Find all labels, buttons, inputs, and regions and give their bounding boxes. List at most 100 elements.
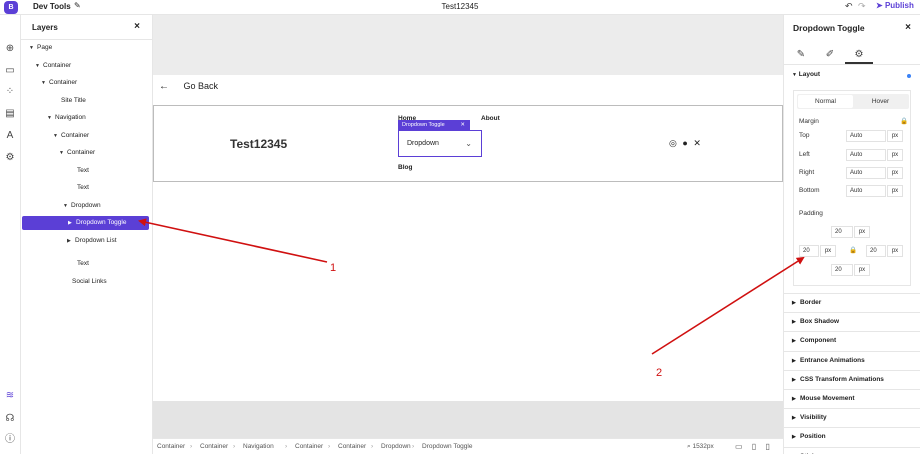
layer-row[interactable]: Site Title xyxy=(21,94,153,108)
section-label: Box Shadow xyxy=(800,318,840,326)
dropdown-toggle[interactable]: Dropdown ⌄ xyxy=(398,130,482,157)
undo-icon[interactable]: ↶ xyxy=(845,1,853,12)
breadcrumb-item[interactable]: Container xyxy=(338,439,366,454)
breadcrumb-item[interactable]: Dropdown xyxy=(381,439,411,454)
padding-top-unit[interactable]: px xyxy=(854,226,870,238)
layer-row[interactable]: ▼ Container xyxy=(21,129,153,143)
x-icon[interactable]: ✕ xyxy=(693,138,701,148)
move-handle-icon[interactable]: ✕ xyxy=(460,120,465,130)
section-row[interactable]: ▶ Border xyxy=(784,293,920,312)
tab-settings-gear-icon[interactable]: ⚙ xyxy=(845,46,873,64)
instagram-icon[interactable]: ◎ xyxy=(669,138,677,148)
caret-down-icon[interactable]: ▼ xyxy=(47,111,55,125)
layer-row[interactable]: Text xyxy=(21,181,153,195)
layers-icon[interactable]: ≋ xyxy=(3,389,17,403)
viewport-width[interactable]: ⌕ 1532px xyxy=(687,439,714,454)
state-hover-tab[interactable]: Hover xyxy=(853,95,908,108)
navigation-section[interactable]: Test12345 Home About Dropdown Toggle ✕ D… xyxy=(153,105,783,182)
section-row[interactable]: ▶ Visibility xyxy=(784,408,920,427)
margin-top-unit[interactable]: px xyxy=(887,130,903,142)
margin-right-unit[interactable]: px xyxy=(887,167,903,179)
close-icon[interactable]: × xyxy=(905,22,911,33)
margin-left-input[interactable]: Auto xyxy=(846,149,886,161)
margin-lock-icon[interactable]: 🔒 xyxy=(900,117,908,125)
section-layout[interactable]: ▼ Layout xyxy=(792,71,820,78)
section-row[interactable]: ▶ CSS Transform Animations xyxy=(784,369,920,389)
nav-link-blog[interactable]: Blog xyxy=(398,164,412,171)
redo-icon[interactable]: ↷ xyxy=(858,1,866,12)
margin-bottom-unit[interactable]: px xyxy=(887,185,903,197)
padding-right-input[interactable]: 20 xyxy=(866,245,886,257)
caret-right-icon: ▶ xyxy=(792,415,796,422)
padding-label: Padding xyxy=(799,210,823,217)
padding-right-unit[interactable]: px xyxy=(887,245,903,257)
caret-down-icon[interactable]: ▼ xyxy=(41,76,49,90)
layer-row[interactable]: ▼ Container xyxy=(21,146,153,160)
selected-element-tag[interactable]: Dropdown Toggle ✕ xyxy=(398,120,470,130)
mobile-icon[interactable]: ▯ xyxy=(765,442,769,451)
design-canvas[interactable]: ← Go Back Test12345 Home About Dropdown … xyxy=(153,15,783,438)
layer-row[interactable]: ▶ Dropdown Toggle xyxy=(22,216,149,230)
settings-icon[interactable]: ⚙ xyxy=(3,151,17,165)
state-normal-tab[interactable]: Normal xyxy=(798,95,853,108)
caret-right-icon: ▶ xyxy=(792,434,796,441)
typography-icon[interactable]: A xyxy=(3,129,17,143)
layer-row[interactable]: ▼ Page xyxy=(21,41,153,55)
section-row[interactable]: ▶ Box Shadow xyxy=(784,312,920,331)
components-icon[interactable]: ⁘ xyxy=(3,85,17,99)
margin-top-input[interactable]: Auto xyxy=(846,130,886,142)
layer-row[interactable]: Social Links xyxy=(21,275,153,289)
breadcrumb-item[interactable]: Container xyxy=(200,439,228,454)
layer-label: Dropdown Toggle xyxy=(76,219,127,226)
padding-left-input[interactable]: 20 xyxy=(799,245,819,257)
add-icon[interactable]: ⊕ xyxy=(3,42,17,56)
desktop-icon[interactable]: ▭ xyxy=(735,442,743,451)
margin-bottom-input[interactable]: Auto xyxy=(846,185,886,197)
caret-down-icon[interactable]: ▼ xyxy=(29,41,37,55)
caret-right-icon[interactable]: ▶ xyxy=(67,234,75,248)
section-row[interactable]: ▶ Mouse Movement xyxy=(784,389,920,408)
caret-down-icon[interactable]: ▼ xyxy=(53,129,61,143)
info-icon[interactable]: ⓘ xyxy=(3,433,17,447)
layer-row[interactable]: ▼ Container xyxy=(21,76,153,90)
caret-down-icon[interactable]: ▼ xyxy=(35,59,43,73)
tablet-icon[interactable]: ▯ xyxy=(752,442,756,451)
padding-bottom-unit[interactable]: px xyxy=(854,264,870,276)
layer-row[interactable]: ▼ Dropdown xyxy=(21,199,153,213)
margin-left-unit[interactable]: px xyxy=(887,149,903,161)
layer-row[interactable]: Text xyxy=(21,164,153,178)
tab-style-brush-icon[interactable]: ✐ xyxy=(816,46,844,64)
close-icon[interactable]: × xyxy=(134,21,140,32)
padding-top-input[interactable]: 20 xyxy=(831,226,853,238)
caret-right-icon: ▶ xyxy=(792,300,796,306)
padding-left-unit[interactable]: px xyxy=(820,245,836,257)
help-icon[interactable]: ☊ xyxy=(3,412,17,426)
caret-down-icon[interactable]: ▼ xyxy=(63,199,71,213)
site-title[interactable]: Test12345 xyxy=(230,137,287,151)
publish-button[interactable]: ➤ Publish xyxy=(876,1,914,10)
layer-row[interactable]: ▼ Navigation xyxy=(21,111,153,125)
rectangle-icon[interactable]: ▭ xyxy=(3,64,17,78)
caret-right-icon[interactable]: ▶ xyxy=(68,216,76,230)
padding-lock-icon[interactable]: 🔒 xyxy=(849,246,857,254)
breadcrumb-item[interactable]: Navigation xyxy=(243,439,274,454)
section-row[interactable]: ▶Sticky xyxy=(784,446,920,454)
breadcrumb-item[interactable]: Container xyxy=(157,439,185,454)
margin-right-input[interactable]: Auto xyxy=(846,167,886,179)
modified-indicator xyxy=(907,74,911,78)
tab-content-pencil-icon[interactable]: ✎ xyxy=(787,46,815,64)
facebook-icon[interactable]: ● xyxy=(682,138,687,148)
section-row[interactable]: ▶ Entrance Animations xyxy=(784,350,920,370)
layer-row[interactable]: ▶ Dropdown List xyxy=(21,234,153,248)
nav-link-about[interactable]: About xyxy=(481,115,500,122)
layer-row[interactable]: ▼ Container xyxy=(21,59,153,73)
section-row[interactable]: ▶ Position xyxy=(784,427,920,446)
padding-bottom-input[interactable]: 20 xyxy=(831,264,853,276)
go-back-link[interactable]: ← Go Back xyxy=(159,81,218,92)
pages-icon[interactable]: ▤ xyxy=(3,107,17,121)
caret-down-icon[interactable]: ▼ xyxy=(59,146,67,160)
section-row[interactable]: ▶ Component xyxy=(784,331,920,350)
breadcrumb-item[interactable]: Container xyxy=(295,439,323,454)
layer-row[interactable]: Text xyxy=(21,257,153,271)
breadcrumb-item[interactable]: Dropdown Toggle xyxy=(422,439,472,454)
